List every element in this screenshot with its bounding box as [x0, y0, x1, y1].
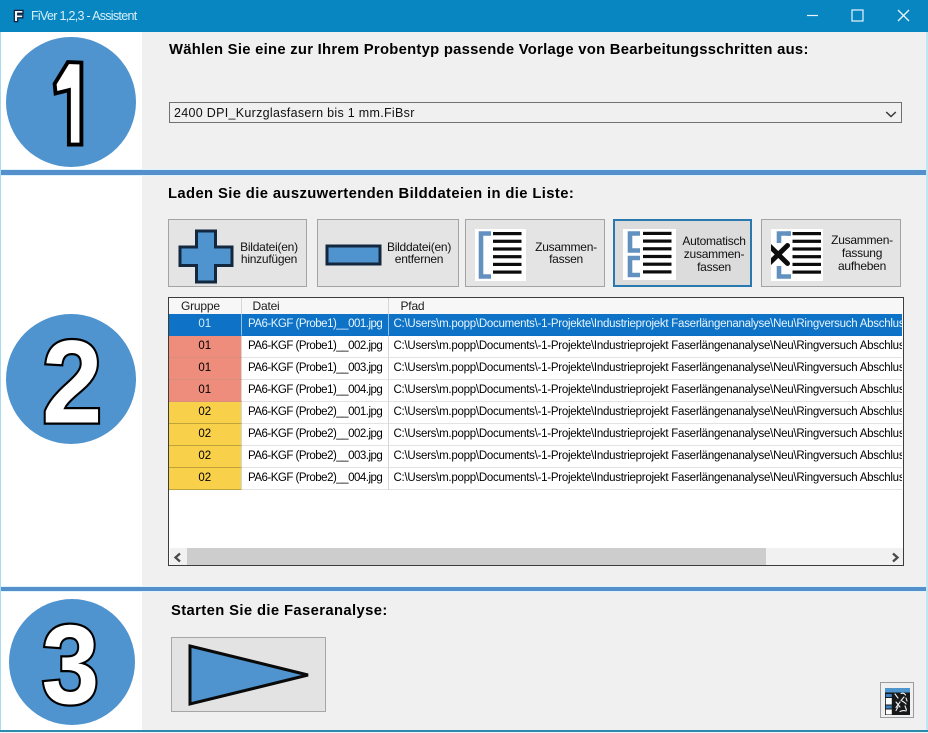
svg-text:2: 2 [42, 316, 102, 445]
svg-text:F: F [14, 9, 23, 24]
svg-text:3: 3 [42, 601, 100, 724]
